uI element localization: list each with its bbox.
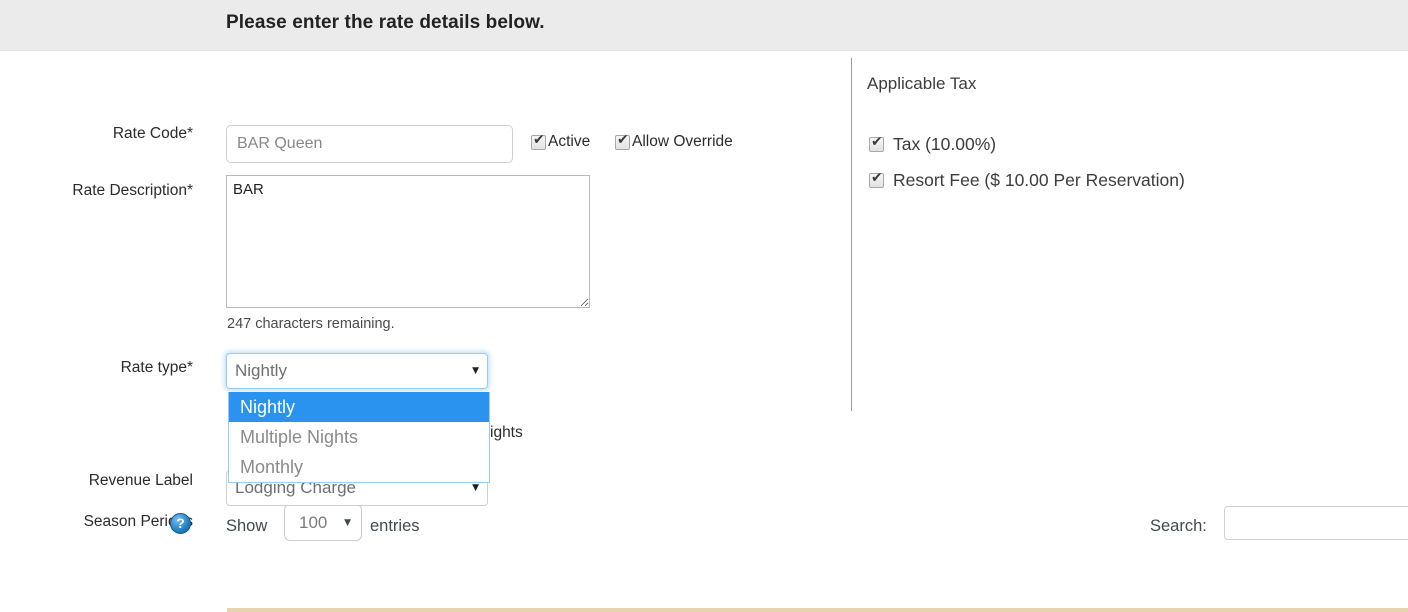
rate-type-option-monthly[interactable]: Monthly bbox=[229, 452, 489, 482]
resort-fee-checkbox-label: Resort Fee ($ 10.00 Per Reservation) bbox=[893, 170, 1185, 190]
revenue-label-label: Revenue Label bbox=[88, 472, 193, 489]
resort-fee-checkbox-row[interactable]: Resort Fee ($ 10.00 Per Reservation) bbox=[869, 170, 1185, 191]
active-checkbox[interactable] bbox=[531, 133, 546, 150]
entries-per-page-value: 100 bbox=[299, 512, 328, 532]
rate-description-label: Rate Description* bbox=[72, 182, 193, 199]
rate-details-form: Rate Code* Active Allow Override Rate De… bbox=[0, 51, 1408, 612]
allow-override-checkbox-label: Allow Override bbox=[632, 133, 733, 150]
question-mark-icon[interactable]: ? bbox=[170, 513, 191, 534]
page-title: Please enter the rate details below. bbox=[226, 12, 545, 33]
season-periods-label: Season Periods bbox=[83, 513, 193, 530]
characters-remaining-text: 247 characters remaining. bbox=[227, 316, 395, 332]
column-divider bbox=[851, 58, 852, 411]
search-label: Search: bbox=[1150, 517, 1207, 535]
chevron-down-icon: ▼ bbox=[344, 517, 351, 528]
show-entries-prefix-label: Show bbox=[226, 517, 268, 535]
rate-type-label: Rate type* bbox=[120, 359, 193, 376]
rate-code-label: Rate Code* bbox=[112, 125, 193, 142]
tax-checkbox[interactable] bbox=[869, 135, 884, 152]
rate-code-input[interactable] bbox=[226, 125, 513, 163]
applicable-tax-heading: Applicable Tax bbox=[867, 74, 977, 93]
active-checkbox-label: Active bbox=[548, 133, 591, 150]
rate-type-option-multiple-nights[interactable]: Multiple Nights bbox=[229, 422, 489, 452]
resort-fee-checkbox[interactable] bbox=[869, 171, 884, 188]
allow-override-checkbox-row[interactable]: Allow Override bbox=[615, 133, 733, 151]
tax-checkbox-row[interactable]: Tax (10.00%) bbox=[869, 134, 996, 155]
active-checkbox-row[interactable]: Active bbox=[531, 133, 590, 151]
search-input[interactable] bbox=[1224, 506, 1408, 540]
rate-type-option-nightly[interactable]: Nightly bbox=[229, 392, 489, 422]
table-top-rule bbox=[227, 608, 1408, 612]
obscured-nights-text: ights bbox=[490, 424, 523, 441]
tax-checkbox-label: Tax (10.00%) bbox=[893, 134, 997, 154]
entries-per-page-select[interactable]: 100 ▼ bbox=[284, 504, 362, 541]
chevron-down-icon: ▼ bbox=[472, 366, 479, 376]
rate-type-selected-value: Nightly bbox=[235, 361, 287, 380]
rate-description-textarea[interactable] bbox=[226, 175, 590, 308]
rate-type-option-list[interactable]: Nightly Multiple Nights Monthly bbox=[228, 392, 490, 483]
rate-type-select[interactable]: Nightly ▼ bbox=[226, 353, 488, 389]
allow-override-checkbox[interactable] bbox=[615, 133, 630, 150]
dialog-header: Please enter the rate details below. bbox=[0, 0, 1408, 51]
show-entries-suffix-label: entries bbox=[370, 517, 420, 535]
chevron-down-icon: ▼ bbox=[472, 483, 479, 493]
